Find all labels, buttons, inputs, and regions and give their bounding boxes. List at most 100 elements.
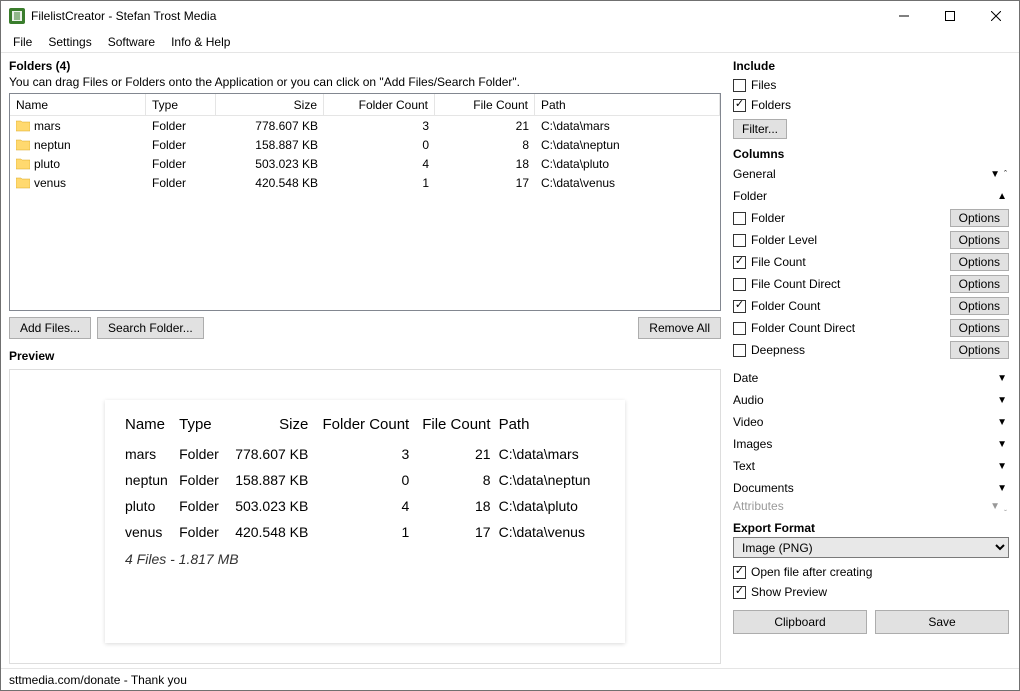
- pv-type: Folder: [179, 467, 230, 493]
- table-row[interactable]: venusFolder420.548 KB117C:\data\venus: [10, 173, 720, 192]
- folder-icon: [16, 177, 30, 189]
- menu-settings[interactable]: Settings: [40, 33, 99, 51]
- group-label: Text: [733, 459, 995, 473]
- include-files-checkbox[interactable]: [733, 79, 746, 92]
- export-format-select[interactable]: Image (PNG): [733, 537, 1009, 558]
- include-folders-label: Folders: [751, 98, 791, 112]
- minimize-button[interactable]: [881, 1, 927, 31]
- open-after-checkbox[interactable]: [733, 566, 746, 579]
- options-button[interactable]: Options: [950, 209, 1009, 227]
- show-preview-checkbox[interactable]: [733, 586, 746, 599]
- filter-button[interactable]: Filter...: [733, 119, 787, 139]
- col-file-count[interactable]: File Count: [435, 94, 535, 115]
- column-checkbox[interactable]: [733, 344, 746, 357]
- options-button[interactable]: Options: [950, 275, 1009, 293]
- show-preview-row[interactable]: Show Preview: [733, 582, 1009, 602]
- save-button[interactable]: Save: [875, 610, 1009, 634]
- include-folders-checkbox[interactable]: [733, 99, 746, 112]
- options-button[interactable]: Options: [950, 231, 1009, 249]
- pv-fc: 0: [316, 467, 417, 493]
- row-name: venus: [34, 176, 66, 190]
- options-button[interactable]: Options: [950, 341, 1009, 359]
- status-bar: sttmedia.com/donate - Thank you: [1, 668, 1019, 690]
- column-group[interactable]: Documents▼: [733, 477, 1009, 499]
- add-files-button[interactable]: Add Files...: [9, 317, 91, 339]
- app-icon: [9, 8, 25, 24]
- column-checkbox[interactable]: [733, 234, 746, 247]
- column-checkbox[interactable]: [733, 300, 746, 313]
- group-label: Documents: [733, 481, 995, 495]
- column-checkbox[interactable]: [733, 278, 746, 291]
- window-title: FilelistCreator - Stefan Trost Media: [31, 9, 881, 23]
- column-label: Folder: [751, 211, 950, 225]
- pv-path: C:\data\pluto: [499, 493, 605, 519]
- group-folder[interactable]: Folder ▲: [733, 185, 1009, 207]
- group-attributes[interactable]: Attributes ▼ ˬ: [733, 499, 1009, 513]
- menu-file[interactable]: File: [5, 33, 40, 51]
- folders-table: Name Type Size Folder Count File Count P…: [9, 93, 721, 311]
- column-group[interactable]: Images▼: [733, 433, 1009, 455]
- columns-header: Columns: [733, 147, 1009, 161]
- maximize-button[interactable]: [927, 1, 973, 31]
- group-label: Video: [733, 415, 995, 429]
- table-row[interactable]: marsFolder778.607 KB321C:\data\mars: [10, 116, 720, 135]
- pv-col-size: Size: [230, 410, 316, 441]
- options-button[interactable]: Options: [950, 253, 1009, 271]
- open-after-row[interactable]: Open file after creating: [733, 562, 1009, 582]
- remove-all-button[interactable]: Remove All: [638, 317, 721, 339]
- export-header: Export Format: [733, 521, 1009, 535]
- titlebar: FilelistCreator - Stefan Trost Media: [1, 1, 1019, 31]
- clipboard-button[interactable]: Clipboard: [733, 610, 867, 634]
- row-path: C:\data\neptun: [535, 138, 720, 152]
- row-path: C:\data\venus: [535, 176, 720, 190]
- table-row[interactable]: neptunFolder158.887 KB08C:\data\neptun: [10, 135, 720, 154]
- preview-row: marsFolder778.607 KB321C:\data\mars: [125, 441, 605, 467]
- preview-summary: 4 Files - 1.817 MB: [125, 545, 605, 567]
- pv-fic: 21: [417, 441, 498, 467]
- column-checkbox[interactable]: [733, 256, 746, 269]
- row-size: 503.023 KB: [216, 157, 324, 171]
- include-files-row[interactable]: Files: [733, 75, 1009, 95]
- chevron-down-icon: ▼: [995, 373, 1009, 384]
- include-folders-row[interactable]: Folders: [733, 95, 1009, 115]
- row-type: Folder: [146, 119, 216, 133]
- column-group[interactable]: Audio▼: [733, 389, 1009, 411]
- col-type[interactable]: Type: [146, 94, 216, 115]
- table-row[interactable]: plutoFolder503.023 KB418C:\data\pluto: [10, 154, 720, 173]
- chevron-down-icon: ▼: [995, 483, 1009, 494]
- menu-info[interactable]: Info & Help: [163, 33, 238, 51]
- column-label: Deepness: [751, 343, 950, 357]
- menubar: File Settings Software Info & Help: [1, 31, 1019, 53]
- show-preview-label: Show Preview: [751, 585, 827, 599]
- chevron-down-icon: ▼: [995, 395, 1009, 406]
- pv-name: neptun: [125, 467, 179, 493]
- column-label: Folder Count: [751, 299, 950, 313]
- column-group[interactable]: Date▼: [733, 367, 1009, 389]
- options-button[interactable]: Options: [950, 319, 1009, 337]
- group-general[interactable]: General ▼ ˆ: [733, 163, 1009, 185]
- close-button[interactable]: [973, 1, 1019, 31]
- col-size[interactable]: Size: [216, 94, 324, 115]
- column-label: Folder Level: [751, 233, 950, 247]
- menu-software[interactable]: Software: [100, 33, 163, 51]
- row-name: pluto: [34, 157, 60, 171]
- chevron-down-icon: ▼: [995, 417, 1009, 428]
- column-checkbox[interactable]: [733, 322, 746, 335]
- column-label: Folder Count Direct: [751, 321, 950, 335]
- row-type: Folder: [146, 157, 216, 171]
- col-path[interactable]: Path: [535, 94, 720, 115]
- column-checkbox[interactable]: [733, 212, 746, 225]
- column-group[interactable]: Text▼: [733, 455, 1009, 477]
- search-folder-button[interactable]: Search Folder...: [97, 317, 204, 339]
- column-option-row: Folder LevelOptions: [733, 229, 1009, 251]
- row-path: C:\data\mars: [535, 119, 720, 133]
- pv-size: 503.023 KB: [230, 493, 316, 519]
- col-folder-count[interactable]: Folder Count: [324, 94, 435, 115]
- pv-name: pluto: [125, 493, 179, 519]
- column-group[interactable]: Video▼: [733, 411, 1009, 433]
- preview-row: plutoFolder503.023 KB418C:\data\pluto: [125, 493, 605, 519]
- pv-fc: 4: [316, 493, 417, 519]
- row-size: 158.887 KB: [216, 138, 324, 152]
- col-name[interactable]: Name: [10, 94, 146, 115]
- options-button[interactable]: Options: [950, 297, 1009, 315]
